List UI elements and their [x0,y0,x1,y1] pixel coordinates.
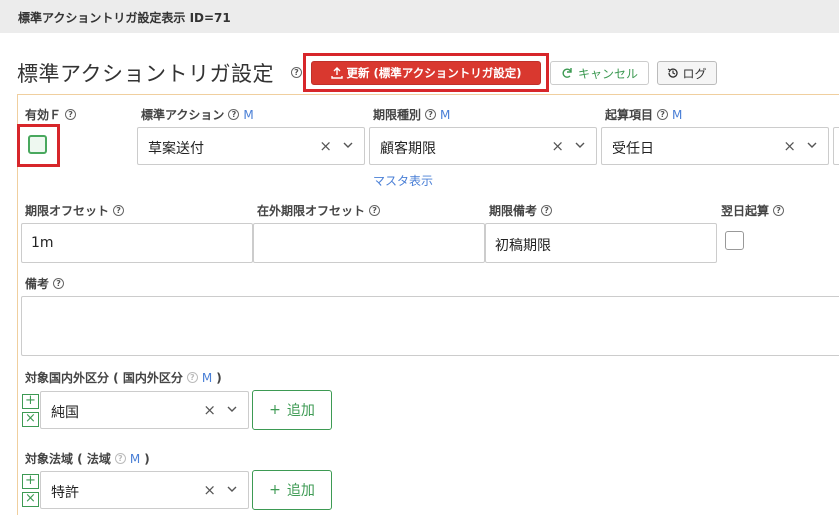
help-icon[interactable]: ? [369,205,381,216]
enabled-label: 有効Ｆ? [25,106,77,123]
add-domestic-button[interactable]: + 追加 [252,390,332,430]
help-icon[interactable]: ? [657,109,669,120]
history-icon [668,68,679,78]
standard-action-select[interactable]: 草案送付 × [137,127,365,165]
row-remove-button[interactable]: × [22,492,39,507]
plus-icon: + [269,402,281,418]
remarks-textarea[interactable] [21,296,839,356]
deadline-type-select[interactable]: 顧客期限 × [369,127,597,165]
start-item-select[interactable]: 受任日 × [601,127,829,165]
window-title: 標準アクショントリガ設定表示 ID=71 [18,11,231,25]
target-domestic-select[interactable]: 純国 × [40,391,249,429]
remarks-label: 備考? [25,275,65,292]
chevron-down-icon[interactable] [226,483,238,495]
master-display-link[interactable]: マスタ表示 [373,172,433,189]
update-button[interactable]: 更新 (標準アクショントリガ設定) [311,61,541,85]
master-marker[interactable]: M [672,108,682,122]
upload-icon [330,67,343,79]
help-icon[interactable]: ? [425,109,437,120]
chevron-down-icon[interactable] [226,403,238,415]
chevron-down-icon[interactable] [806,139,818,151]
master-marker[interactable]: M [130,452,140,466]
help-icon[interactable]: ? [65,109,77,120]
clear-icon[interactable]: × [551,137,564,155]
row-add-button[interactable]: + [22,394,39,409]
deadline-note-label: 期限備考? [489,202,553,219]
add-jurisdiction-button[interactable]: + 追加 [252,470,332,510]
plus-icon: + [269,482,281,498]
clear-icon[interactable]: × [203,481,216,499]
help-icon[interactable]: ? [114,453,126,464]
target-domestic-label: 対象国内外区分 ( 国内外区分? M) [25,370,222,386]
window-title-bar: 標準アクショントリガ設定表示 ID=71 [0,0,839,33]
help-icon[interactable]: ? [228,109,240,120]
chevron-down-icon[interactable] [574,139,586,151]
target-jurisdiction-label: 対象法域 ( 法域? M) [25,451,150,467]
help-icon[interactable]: ? [773,205,785,216]
cancel-button[interactable]: キャンセル [550,61,649,85]
row-add-button[interactable]: + [22,474,39,489]
help-icon[interactable]: ? [186,372,198,383]
help-icon[interactable]: ? [541,205,553,216]
start-item-label: 起算項目? M [605,107,683,123]
clear-icon[interactable]: × [203,401,216,419]
log-button-label: ログ [682,66,707,81]
update-button-label: 更新 (標準アクショントリガ設定) [346,66,522,80]
deadline-offset-input[interactable]: 1m [21,223,253,263]
refresh-icon [562,68,572,78]
master-marker[interactable]: M [243,108,253,122]
deadline-type-label: 期限種別? M [373,107,451,123]
clear-icon[interactable]: × [783,137,796,155]
log-button[interactable]: ログ [657,61,717,85]
cancel-button-label: キャンセル [577,66,638,81]
chevron-down-icon[interactable] [342,139,354,151]
title-help-icon[interactable]: ? [291,67,302,78]
master-marker[interactable]: M [202,371,212,385]
standard-action-label: 標準アクション? M [141,107,254,123]
clear-icon[interactable]: × [319,137,332,155]
foreign-offset-input[interactable] [253,223,485,263]
target-jurisdiction-select[interactable]: 特許 × [40,471,249,509]
deadline-note-input[interactable]: 初稿期限 [485,223,717,263]
deadline-offset-label: 期限オフセット? [25,202,125,219]
next-day-label: 翌日起算? [721,202,785,219]
enabled-checkbox[interactable] [28,135,47,154]
foreign-offset-label: 在外期限オフセット? [257,202,381,219]
next-column-select[interactable] [833,127,839,165]
help-icon[interactable]: ? [53,278,65,289]
page-title: 標準アクショントリガ設定 [17,62,274,86]
help-icon[interactable]: ? [113,205,125,216]
next-day-checkbox[interactable] [725,231,744,250]
master-marker[interactable]: M [440,108,450,122]
row-remove-button[interactable]: × [22,412,39,427]
